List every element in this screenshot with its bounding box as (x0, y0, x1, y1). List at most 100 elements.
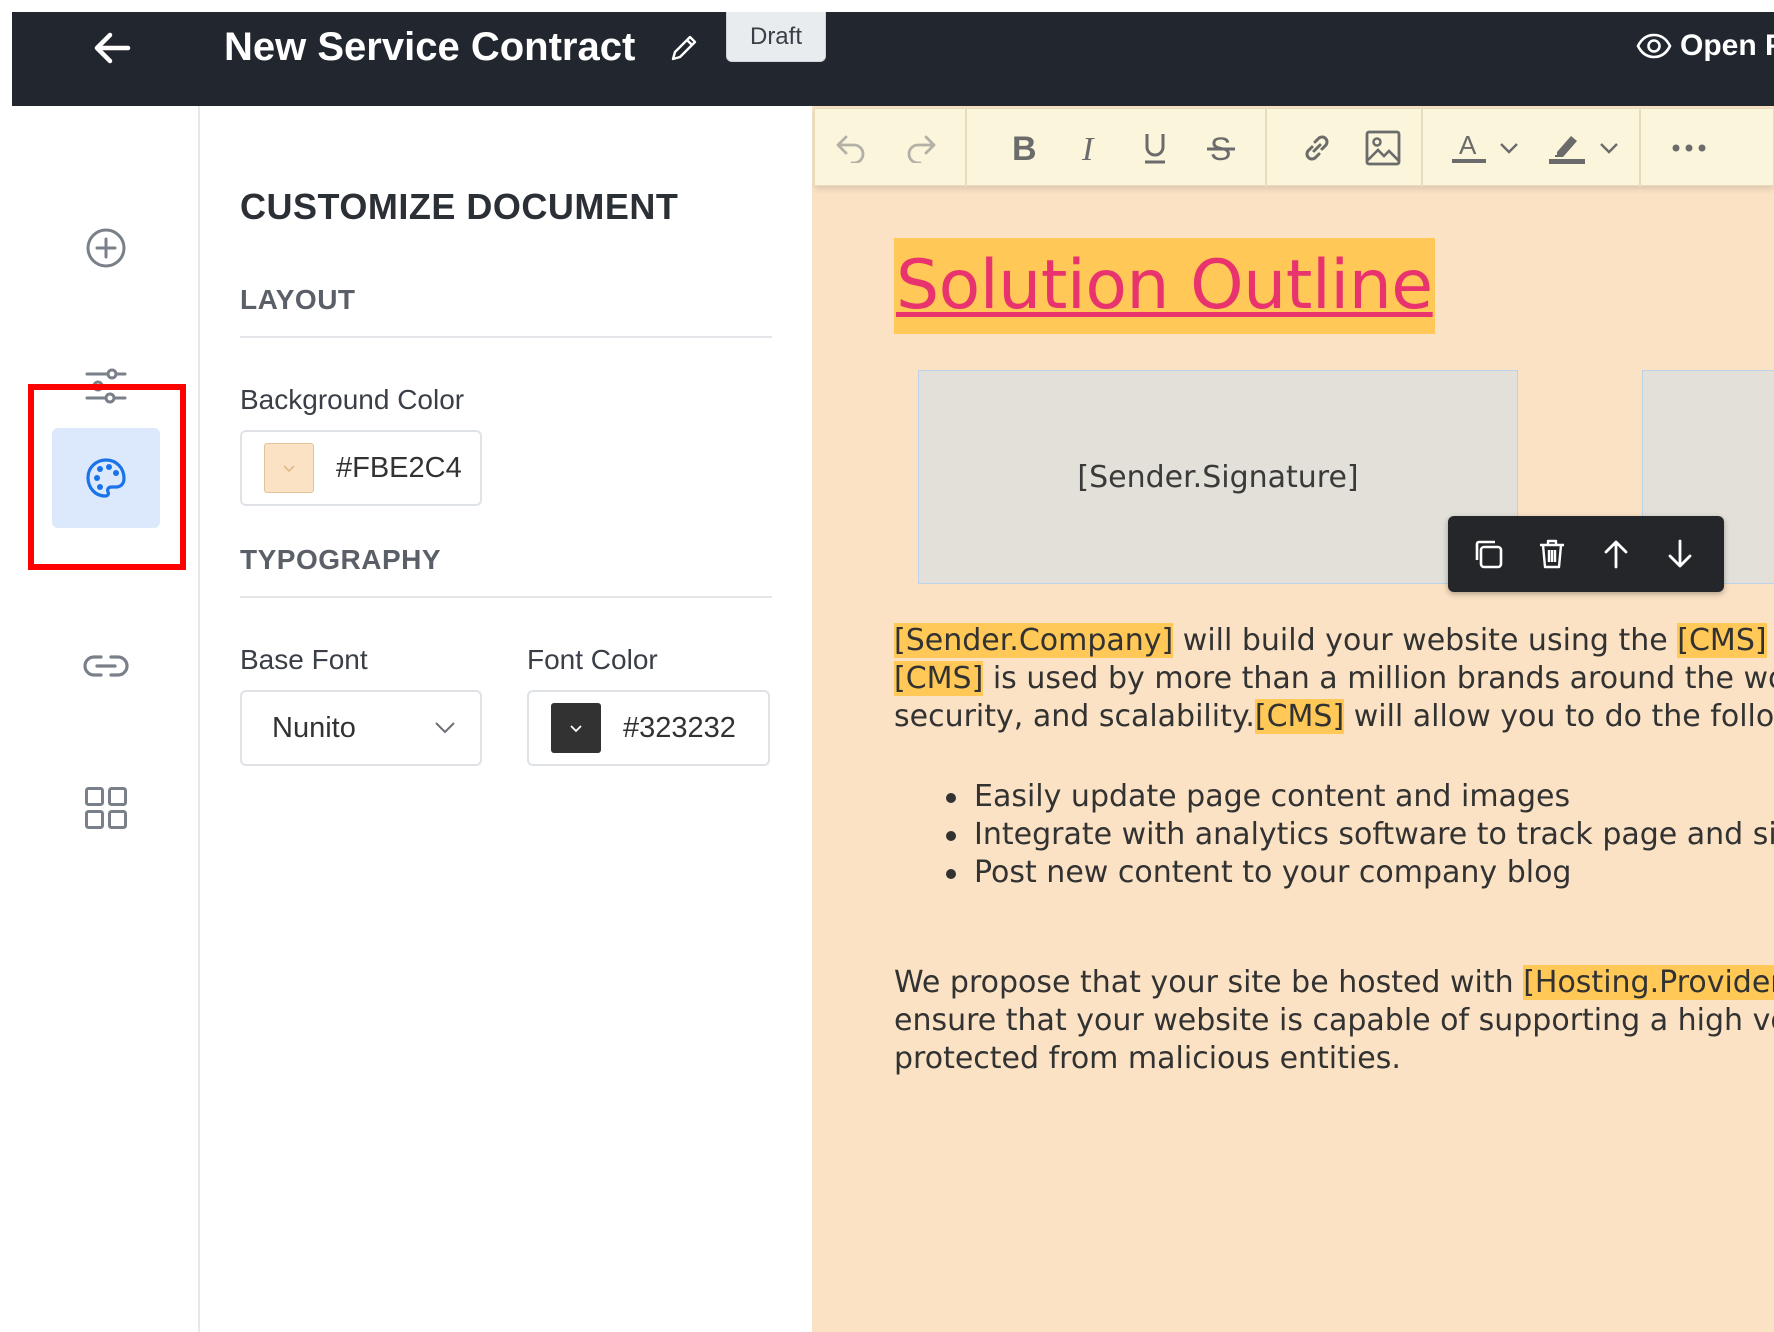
base-font-select[interactable]: Nunito (240, 690, 482, 766)
grid-icon (85, 787, 127, 829)
merge-token[interactable]: [Hosting.Provider] (1523, 965, 1774, 1000)
font-color-swatch[interactable] (551, 703, 601, 753)
merge-token[interactable]: [CMS] (1254, 699, 1345, 734)
text-color-icon: A (1452, 130, 1486, 163)
typography-section-label: TYPOGRAPHY (240, 544, 442, 575)
bold-icon: B (1012, 132, 1037, 164)
delete-block-button[interactable] (1522, 524, 1582, 584)
insert-link-button[interactable] (1289, 118, 1345, 178)
eye-icon (1636, 33, 1672, 59)
back-button[interactable] (82, 20, 142, 76)
signature-block[interactable]: [Sender.Signature] (918, 370, 1518, 584)
toolbar-separator (1265, 109, 1267, 187)
background-color-value: #FBE2C4 (336, 451, 462, 484)
sliders-icon (85, 368, 127, 404)
panel-title: CUSTOMIZE DOCUMENT (240, 186, 679, 227)
more-options-button[interactable] (1661, 118, 1717, 178)
highlight-color-dropdown[interactable] (1591, 118, 1627, 178)
text-color-dropdown[interactable] (1491, 118, 1527, 178)
insert-image-button[interactable] (1355, 118, 1411, 178)
rail-links-button[interactable] (52, 616, 160, 716)
layout-section-label: LAYOUT (240, 284, 356, 315)
more-horizontal-icon (1672, 144, 1706, 152)
paragraph-text: security, and scalability. (894, 699, 1255, 734)
merge-token[interactable]: [Sender.Company] (894, 623, 1174, 658)
undo-icon (836, 135, 865, 163)
font-color-value: #323232 (623, 711, 736, 744)
background-color-picker[interactable]: #FBE2C4 (240, 430, 482, 506)
signature-placeholder: [Sender.Signature] (1077, 459, 1359, 495)
underline-icon (1145, 134, 1165, 164)
highlighter-icon (1549, 136, 1585, 164)
move-block-down-button[interactable] (1650, 524, 1710, 584)
link-icon (83, 655, 129, 677)
merge-token[interactable]: [CMS] (894, 661, 984, 696)
undo-button[interactable] (823, 118, 879, 178)
chevron-down-icon (570, 725, 582, 733)
hosting-paragraph[interactable]: We propose that your site be hosted with… (894, 964, 1774, 1078)
chevron-down-icon (283, 465, 295, 473)
paragraph-text: will build your website using the (1173, 623, 1678, 658)
edit-title-button[interactable] (664, 28, 704, 68)
svg-text:A: A (1459, 130, 1477, 160)
list-item: Easily update page content and images (894, 778, 1774, 816)
arrow-up-icon (1604, 540, 1628, 569)
add-icon (86, 228, 126, 268)
open-preview-button[interactable]: Open P (1636, 24, 1774, 68)
document-editor: B I S A Solution Outline [Sender.Signatu… (812, 106, 1774, 1332)
rail-settings-button[interactable] (52, 336, 160, 436)
left-rail (0, 106, 200, 1332)
layout-divider (240, 336, 772, 338)
duplicate-block-button[interactable] (1458, 524, 1518, 584)
paragraph-text: protected from malicious entities. (894, 1041, 1401, 1076)
text-color-button[interactable]: A (1441, 118, 1497, 178)
svg-text:I: I (1081, 132, 1095, 164)
svg-text:B: B (1012, 132, 1037, 164)
paragraph-text: We propose that your site be hosted with (894, 965, 1524, 1000)
document-title: New Service Contract (224, 25, 636, 69)
chevron-down-icon (1500, 143, 1518, 154)
font-color-picker[interactable]: #323232 (527, 690, 770, 766)
link-icon (1305, 135, 1329, 161)
rail-add-button[interactable] (52, 198, 160, 298)
toolbar-separator (1639, 109, 1641, 187)
highlight-color-button[interactable] (1539, 118, 1595, 178)
background-color-swatch[interactable] (264, 443, 314, 493)
paragraph-text: will allow you to do the followin (1353, 699, 1774, 734)
paragraph-text: is used by more than a million brands ar… (983, 661, 1774, 696)
strikethrough-icon: S (1207, 132, 1235, 164)
chevron-down-icon (435, 722, 455, 734)
feature-list[interactable]: Easily update page content and images In… (894, 778, 1774, 892)
list-item: Post new content to your company blog (894, 854, 1774, 892)
rail-blocks-button[interactable] (52, 758, 160, 858)
rail-design-button[interactable] (52, 428, 160, 528)
redo-button[interactable] (893, 118, 949, 178)
customize-panel: CUSTOMIZE DOCUMENT LAYOUT Background Col… (200, 106, 812, 1332)
status-badge: Draft (726, 12, 826, 62)
open-preview-label: Open P (1680, 29, 1774, 62)
base-font-label: Base Font (240, 644, 368, 675)
arrow-down-icon (1668, 539, 1692, 568)
move-block-up-button[interactable] (1586, 524, 1646, 584)
top-bar: New Service Contract Draft Open P (12, 12, 1774, 106)
italic-icon: I (1081, 132, 1095, 164)
background-color-label: Background Color (240, 384, 465, 415)
chevron-down-icon (1600, 143, 1618, 154)
palette-icon (86, 458, 126, 498)
toolbar-separator (1421, 109, 1423, 187)
intro-paragraph[interactable]: [Sender.Company] will build your website… (894, 622, 1774, 736)
formatting-toolbar: B I S A (814, 108, 1774, 187)
font-color-label: Font Color (527, 644, 658, 675)
paragraph-text: ensure that your website is capable of s… (894, 1003, 1774, 1038)
toolbar-separator (965, 109, 967, 187)
trash-icon (1540, 539, 1564, 569)
strikethrough-button[interactable]: S (1193, 118, 1249, 178)
italic-button[interactable]: I (1061, 118, 1117, 178)
merge-token[interactable]: [CMS] (1677, 623, 1767, 658)
block-actions-toolbar (1448, 516, 1724, 592)
image-icon (1365, 130, 1401, 166)
bold-button[interactable]: B (995, 118, 1051, 178)
document-heading[interactable]: Solution Outline (894, 238, 1435, 334)
underline-button[interactable] (1127, 118, 1183, 178)
arrow-left-icon (94, 32, 131, 64)
